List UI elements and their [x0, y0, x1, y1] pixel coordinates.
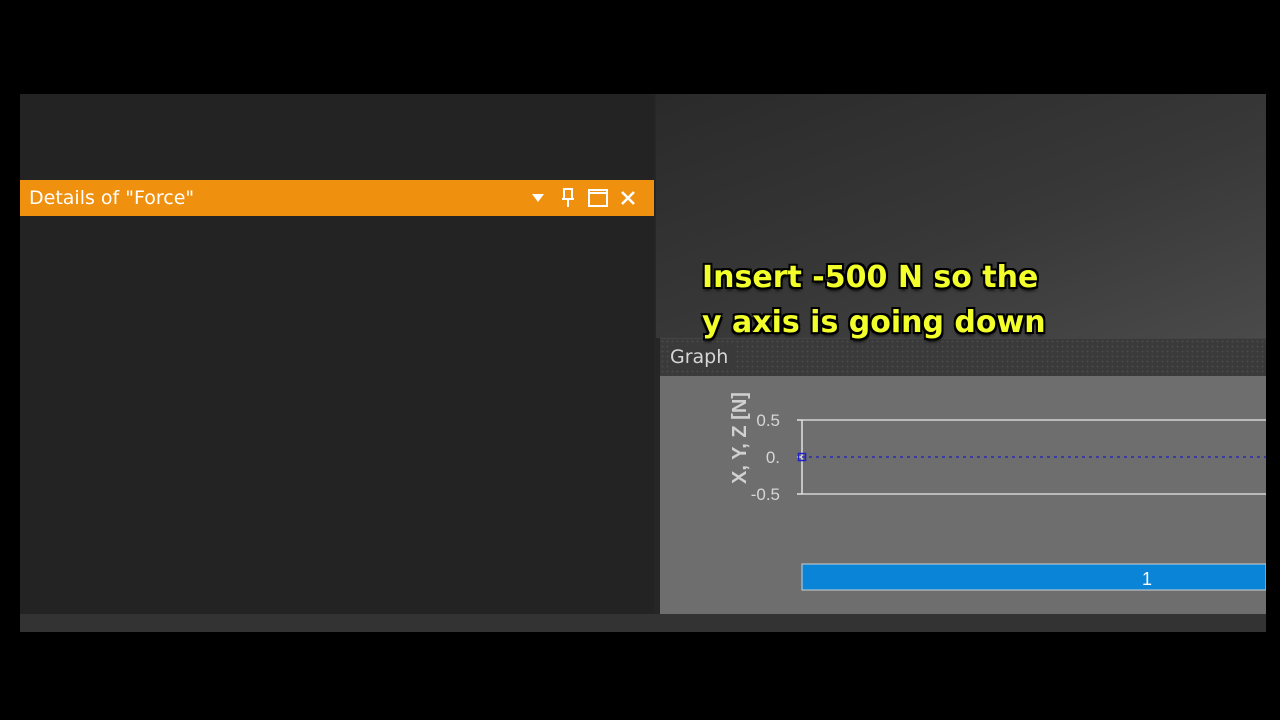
maximize-icon[interactable]: [588, 188, 608, 208]
caption-line-1: Insert -500 N so the: [702, 260, 1039, 295]
graph-panel-title: Graph: [670, 346, 735, 368]
timeline-bar[interactable]: [801, 563, 1266, 591]
y-tick-label: 0.5: [756, 411, 780, 430]
details-panel-header[interactable]: Details of "Force": [20, 180, 654, 216]
y-tick-label: -0.5: [751, 485, 780, 504]
graph-panel: X, Y, Z [N] 0.5 0. -0.5 1: [660, 376, 1266, 614]
caption-line-2: y axis is going down: [702, 305, 1046, 340]
details-panel-title: Details of "Force": [29, 187, 195, 209]
empty-panel-area: [20, 94, 654, 180]
close-icon[interactable]: [618, 188, 638, 208]
video-caption: Insert -500 N so the y axis is going dow…: [702, 255, 1122, 345]
details-panel-controls: [528, 188, 638, 208]
status-bar: [20, 614, 1266, 632]
pin-icon[interactable]: [558, 188, 578, 208]
force-chart: X, Y, Z [N] 0.5 0. -0.5 1: [729, 392, 1266, 591]
dropdown-arrow-icon[interactable]: [528, 188, 548, 208]
details-panel: Details of "Force": [20, 180, 654, 614]
y-axis-label: X, Y, Z [N]: [729, 392, 751, 484]
timeline-bar-label: 1: [1142, 569, 1152, 589]
y-tick-label: 0.: [766, 448, 780, 467]
app-window: Details of "Force" Graph X, Y, Z [N] 0.5…: [20, 94, 1266, 632]
